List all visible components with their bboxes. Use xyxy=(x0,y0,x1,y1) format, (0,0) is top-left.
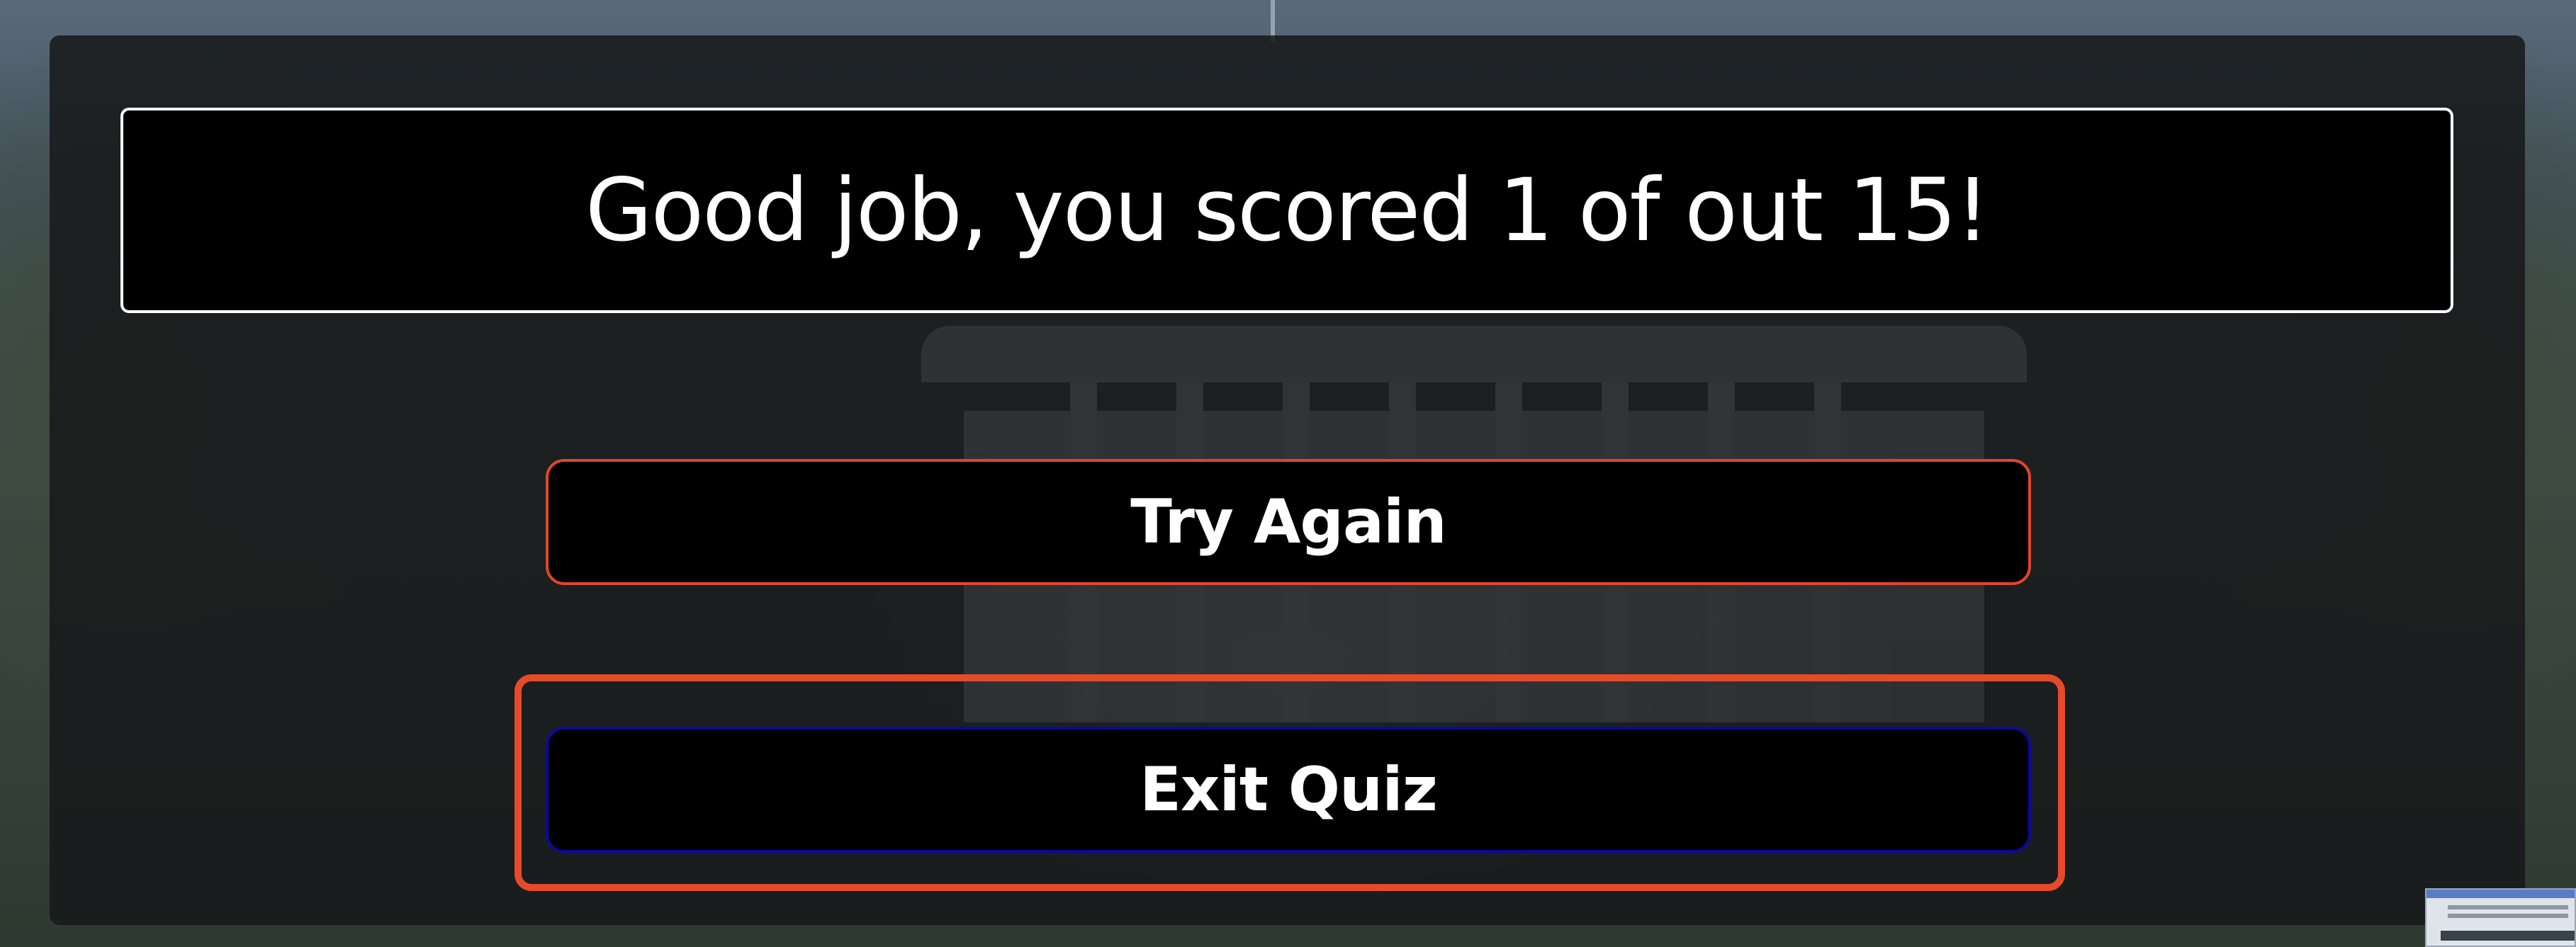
try-again-label: Try Again xyxy=(1130,487,1446,557)
exit-quiz-button[interactable]: Exit Quiz xyxy=(546,727,2031,853)
try-again-button[interactable]: Try Again xyxy=(546,459,2031,585)
exit-quiz-label: Exit Quiz xyxy=(1140,754,1438,825)
score-message: Good job, you scored 1 of out 15! xyxy=(585,160,1990,261)
score-message-box: Good job, you scored 1 of out 15! xyxy=(120,108,2453,313)
preview-thumbnail[interactable] xyxy=(2425,888,2576,947)
